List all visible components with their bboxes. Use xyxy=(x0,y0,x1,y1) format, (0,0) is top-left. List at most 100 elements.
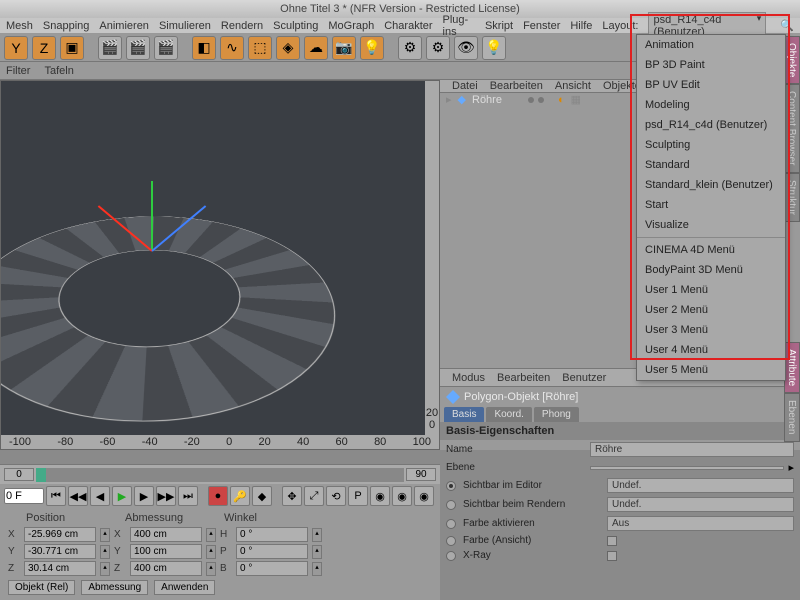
layout-start[interactable]: Start xyxy=(637,195,785,215)
checkbox-xray[interactable] xyxy=(607,551,617,561)
layout-modeling[interactable]: Modeling xyxy=(637,95,785,115)
timeline-start[interactable] xyxy=(4,468,34,481)
tab-phong[interactable]: Phong xyxy=(534,407,579,422)
rot-h[interactable] xyxy=(236,527,308,542)
rot-b[interactable] xyxy=(236,561,308,576)
expand-icon[interactable]: ▸ xyxy=(446,93,452,106)
tab-basis[interactable]: Basis xyxy=(444,407,484,422)
obj-bearbeiten[interactable]: Bearbeiten xyxy=(490,80,543,92)
menu-user1[interactable]: User 1 Menü xyxy=(637,280,785,300)
timeline-end[interactable] xyxy=(406,468,436,481)
rot-p[interactable] xyxy=(236,544,308,559)
stepper-icon[interactable]: ▴ xyxy=(100,528,110,542)
autokey-icon[interactable]: 🔑 xyxy=(230,486,250,506)
sidetab-ebenen[interactable]: Ebenen xyxy=(784,393,800,441)
menu-user5[interactable]: User 5 Menü xyxy=(637,360,785,380)
misc-tool3-icon[interactable]: 👁 xyxy=(454,36,478,60)
field-sicht-ed[interactable]: Undef. xyxy=(607,478,794,493)
goto-end-icon[interactable]: ⏭ xyxy=(178,486,198,506)
attr-modus[interactable]: Modus xyxy=(452,372,485,384)
timeline-playhead[interactable] xyxy=(36,468,46,482)
menu-user3[interactable]: User 3 Menü xyxy=(637,320,785,340)
attr-benutzer[interactable]: Benutzer xyxy=(562,372,606,384)
menu-window[interactable]: Fenster xyxy=(523,20,560,32)
misc-tool-icon[interactable]: ⚙ xyxy=(398,36,422,60)
layout-visualize[interactable]: Visualize xyxy=(637,215,785,235)
render-icon[interactable]: 🎬 xyxy=(98,36,122,60)
step-fwd-icon[interactable]: ▶▶ xyxy=(156,486,176,506)
keyframe-icon[interactable]: ◆ xyxy=(252,486,272,506)
radio-xray[interactable] xyxy=(446,551,456,561)
misc-tool2-icon[interactable]: ⚙ xyxy=(426,36,450,60)
field-ebene[interactable] xyxy=(590,466,784,470)
record-icon[interactable]: ● xyxy=(208,486,228,506)
step-back-icon[interactable]: ◀◀ xyxy=(68,486,88,506)
dim-x[interactable] xyxy=(130,527,202,542)
search-icon[interactable]: 🔍 xyxy=(780,19,794,32)
layout-bp3dpaint[interactable]: BP 3D Paint xyxy=(637,55,785,75)
sidetab-struktur[interactable]: Struktur xyxy=(784,173,800,222)
menu-plugins[interactable]: Plug-ins xyxy=(443,14,475,38)
timeline-track[interactable] xyxy=(36,468,404,482)
menu-character[interactable]: Charakter xyxy=(384,20,432,32)
menu-c4d[interactable]: CINEMA 4D Menü xyxy=(637,240,785,260)
layout-standard[interactable]: Standard xyxy=(637,155,785,175)
p-icon[interactable]: P xyxy=(348,486,368,506)
prev-frame-icon[interactable]: ◀ xyxy=(90,486,110,506)
axis-y-icon[interactable] xyxy=(151,181,153,251)
goto-start-icon[interactable]: ⏮ xyxy=(46,486,66,506)
frame-field[interactable] xyxy=(4,488,44,504)
sidetab-attribute[interactable]: Attribute xyxy=(784,342,800,393)
field-name[interactable]: Röhre xyxy=(590,442,794,457)
opt3-icon[interactable]: ◉ xyxy=(414,486,434,506)
tool-cube-icon[interactable]: ▣ xyxy=(60,36,84,60)
tag-icon[interactable]: ◐ xyxy=(558,94,565,106)
dim-y[interactable] xyxy=(130,544,202,559)
vis-editor-dot[interactable] xyxy=(528,97,534,103)
menu-bodypaint[interactable]: BodyPaint 3D Menü xyxy=(637,260,785,280)
layer-picker-icon[interactable]: ▸ xyxy=(788,461,794,474)
play-icon[interactable]: ▶ xyxy=(112,486,132,506)
sidetab-content[interactable]: Content Browser xyxy=(784,84,800,172)
viewport-3d[interactable]: -100-80-60-40-20020406080100 200 xyxy=(0,80,440,450)
pos-x[interactable] xyxy=(24,527,96,542)
layout-animation[interactable]: Animation xyxy=(637,35,785,55)
menu-animate[interactable]: Animieren xyxy=(99,20,149,32)
tool-z-icon[interactable]: Z xyxy=(32,36,56,60)
layout-sculpting[interactable]: Sculpting xyxy=(637,135,785,155)
field-farbe-akt[interactable]: Aus xyxy=(607,516,794,531)
phong-tag-icon[interactable]: ▦ xyxy=(571,93,581,106)
next-frame-icon[interactable]: ▶ xyxy=(134,486,154,506)
dim-z[interactable] xyxy=(130,561,202,576)
primitive-cube-icon[interactable]: ◧ xyxy=(192,36,216,60)
menu-simulate[interactable]: Simulieren xyxy=(159,20,211,32)
tool-y-icon[interactable]: Y xyxy=(4,36,28,60)
menu-mesh[interactable]: Mesh xyxy=(6,20,33,32)
menu-script[interactable]: Skript xyxy=(485,20,513,32)
color-swatch[interactable] xyxy=(607,536,617,546)
menu-render[interactable]: Rendern xyxy=(221,20,263,32)
environment-icon[interactable]: ☁ xyxy=(304,36,328,60)
rotate-icon[interactable]: ⟲ xyxy=(326,486,346,506)
coord-dim-select[interactable]: Abmessung xyxy=(81,580,148,595)
menu-snapping[interactable]: Snapping xyxy=(43,20,90,32)
camera-icon[interactable]: 📷 xyxy=(332,36,356,60)
panels-menu[interactable]: Tafeln xyxy=(44,65,73,77)
radio-sicht-ed[interactable] xyxy=(446,481,456,491)
apply-button[interactable]: Anwenden xyxy=(154,580,215,595)
layout-standard-klein[interactable]: Standard_klein (Benutzer) xyxy=(637,175,785,195)
opt1-icon[interactable]: ◉ xyxy=(370,486,390,506)
menu-user4[interactable]: User 4 Menü xyxy=(637,340,785,360)
sidetab-objekte[interactable]: Objekte xyxy=(784,36,800,84)
move-icon[interactable]: ✥ xyxy=(282,486,302,506)
vis-render-dot[interactable] xyxy=(538,97,544,103)
light-icon[interactable]: 💡 xyxy=(360,36,384,60)
tab-koord[interactable]: Koord. xyxy=(486,407,531,422)
scale-icon[interactable]: ⤢ xyxy=(304,486,324,506)
obj-ansicht[interactable]: Ansicht xyxy=(555,80,591,92)
timeline[interactable] xyxy=(0,464,440,484)
generator-icon[interactable]: ⬚ xyxy=(248,36,272,60)
radio-farbe-akt[interactable] xyxy=(446,519,456,529)
menu-mograph[interactable]: MoGraph xyxy=(328,20,374,32)
radio-farbe-ans[interactable] xyxy=(446,536,456,546)
